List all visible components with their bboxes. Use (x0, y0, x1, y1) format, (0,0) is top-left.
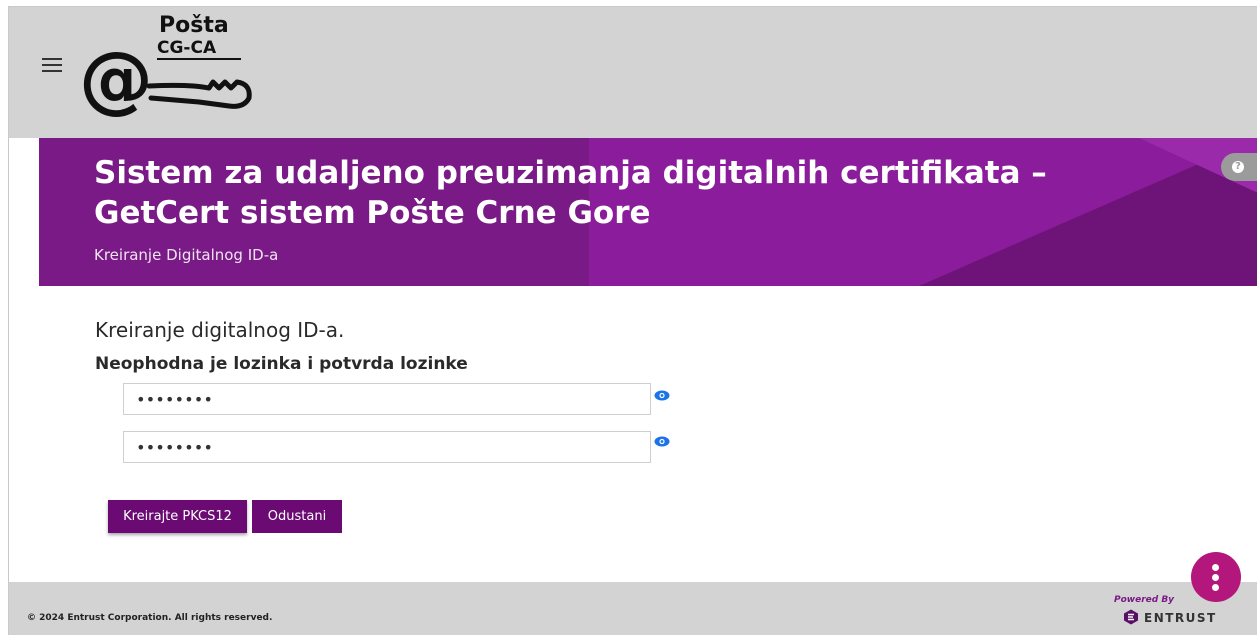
cancel-button[interactable]: Odustani (252, 500, 342, 533)
eye-icon[interactable] (654, 436, 670, 447)
confirm-password-input[interactable] (123, 431, 651, 463)
more-dot-icon (1212, 574, 1219, 581)
powered-by-label: Powered By (1114, 595, 1175, 605)
form-subheading: Neophodna je lozinka i potvrda lozinke (95, 354, 468, 374)
help-button[interactable]: ? (1221, 153, 1257, 181)
svg-text:@: @ (79, 36, 153, 121)
posta-logo[interactable]: Pošta CG-CA @ (79, 11, 259, 121)
top-header: Pošta CG-CA @ (9, 7, 1257, 138)
more-options-button[interactable] (1191, 552, 1241, 602)
more-dot-icon (1212, 584, 1219, 591)
create-pkcs12-button[interactable]: Kreirajte PKCS12 (108, 500, 247, 533)
page-subtitle: Kreiranje Digitalnog ID-a (94, 246, 279, 264)
copyright-text: © 2024 Entrust Corporation. All rights r… (27, 613, 273, 623)
at-key-logo-icon: @ (79, 36, 252, 121)
entrust-brand-text: ENTRUST (1144, 611, 1217, 625)
entrust-logo-icon (1124, 609, 1138, 625)
question-circle-icon: ? (1232, 161, 1244, 173)
more-dot-icon (1212, 564, 1219, 571)
password-input[interactable] (123, 383, 651, 415)
eye-icon[interactable] (654, 390, 670, 401)
hamburger-menu-icon[interactable] (42, 58, 62, 72)
form-heading: Kreiranje digitalnog ID-a. (95, 318, 345, 342)
logo-title: Pošta (159, 13, 229, 38)
page-banner: Sistem za udaljeno preuzimanja digitalni… (39, 138, 1257, 286)
page-frame: Pošta CG-CA @ Sistem za udaljeno preuzim… (8, 6, 1257, 635)
page-footer: © 2024 Entrust Corporation. All rights r… (9, 582, 1257, 635)
page-title: Sistem za udaljeno preuzimanja digitalni… (94, 155, 1047, 231)
